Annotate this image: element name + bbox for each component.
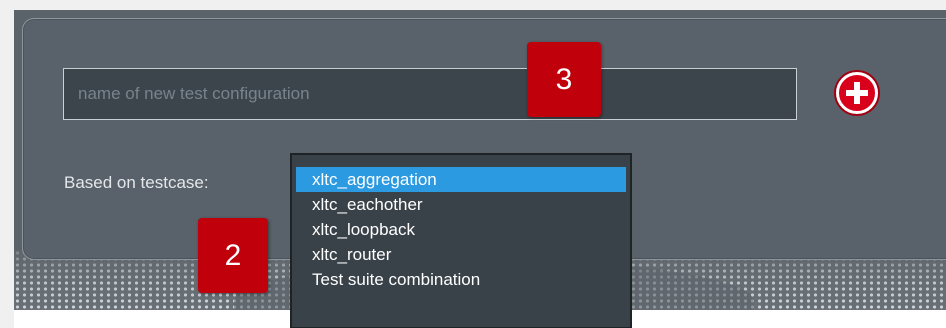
dropdown-option[interactable]: Test suite combination: [296, 267, 626, 292]
annotation-badge-3: 3: [527, 42, 601, 117]
testcase-dropdown-list[interactable]: xltc_aggregation xltc_eachother xltc_loo…: [290, 153, 632, 328]
dropdown-option[interactable]: xltc_router: [296, 242, 626, 267]
dropdown-option[interactable]: xltc_aggregation: [296, 167, 626, 192]
plus-icon-vertical: [854, 82, 860, 104]
dropdown-option[interactable]: xltc_loopback: [296, 217, 626, 242]
annotation-badge-2: 2: [198, 218, 268, 293]
based-on-testcase-label: Based on testcase:: [64, 173, 209, 192]
add-configuration-button[interactable]: [836, 72, 878, 114]
configuration-frame: Based on testcase: xltc_aggregation xltc…: [14, 10, 946, 328]
dropdown-option[interactable]: xltc_eachother: [296, 192, 626, 217]
configuration-name-input[interactable]: [63, 68, 797, 120]
